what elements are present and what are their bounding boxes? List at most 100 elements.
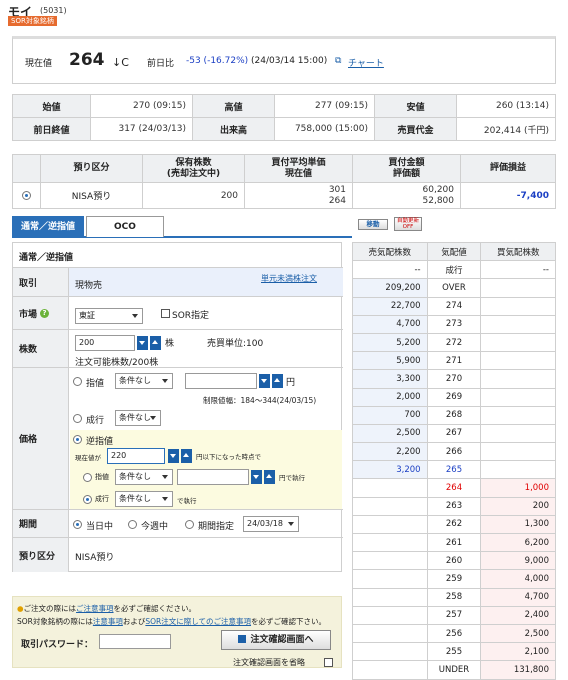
current-price: 264 [69, 50, 105, 70]
book-price: OVER [426, 278, 482, 298]
book-price: 273 [426, 314, 482, 334]
book-row: 258 4,700 [352, 587, 556, 607]
help-icon: ? [40, 308, 50, 318]
holdings-header-avg: 買付平均単価 現在値 [244, 154, 353, 183]
shares-input[interactable]: 200 [75, 335, 135, 351]
book-buy [480, 387, 556, 407]
sor-badge: SOR対象銘柄 [8, 16, 57, 26]
market-label: 市場? [13, 297, 69, 329]
stop-radio[interactable] [73, 435, 82, 444]
caution-link[interactable]: ご注意事項 [76, 604, 114, 613]
open-label: 始値 [12, 94, 91, 118]
book-row: 700 268 [352, 405, 556, 425]
period-today-radio[interactable] [73, 520, 82, 529]
book-price: 257 [426, 605, 482, 625]
book-buy: 1,300 [480, 514, 556, 535]
holding-shares: 200 [142, 182, 245, 209]
book-buy [480, 405, 556, 425]
limit-down-button[interactable] [259, 374, 270, 388]
order-tabs: 通常／逆指値 OCO [12, 216, 352, 238]
row-shares: 株数 200 株 売買単位:100 注文可能株数/200株 [13, 329, 343, 368]
stop-up-button[interactable] [181, 449, 192, 463]
book-row: 261 6,200 [352, 532, 556, 553]
holdings-header-amount: 買付金額 評価額 [352, 154, 461, 183]
market-order-radio[interactable] [73, 414, 82, 423]
book-price: 256 [426, 623, 482, 644]
prev-close-label: 前日終値 [12, 117, 91, 141]
tab-normal-stop[interactable]: 通常／逆指値 [12, 216, 84, 238]
limit-up-button[interactable] [272, 374, 283, 388]
holding-prices: 301 264 [244, 182, 353, 209]
market-cond-select[interactable]: 条件なし [115, 410, 161, 426]
prev-close-value: 317 (24/03/13) [90, 117, 193, 141]
holdings-table: 預り区分 保有株数 (売却注文中) 買付平均単価 現在値 買付金額 評価額 評価… [12, 154, 556, 209]
odd-lot-link[interactable]: 単元未満株注文 [261, 273, 317, 284]
book-price: 269 [426, 387, 482, 407]
stop-limit-up-button[interactable] [264, 470, 275, 484]
book-buy [480, 442, 556, 462]
account-value: NISA預り [75, 553, 115, 563]
limit-range: 制限値幅：184～344(24/03/15) [203, 396, 317, 405]
book-sell [352, 660, 428, 680]
book-row: 2,500 267 [352, 423, 556, 444]
shares-down-button[interactable] [137, 336, 148, 350]
stop-down-button[interactable] [168, 449, 179, 463]
stop-limit-price-input[interactable] [177, 469, 249, 485]
sor-checkbox[interactable] [161, 309, 170, 318]
confirm-button[interactable]: 注文確認画面へ [221, 630, 331, 650]
stop-market-radio[interactable] [83, 495, 92, 504]
stop-limit-exec: 円で執行 [279, 474, 305, 482]
stop-limit-cond-select[interactable]: 条件なし [115, 469, 173, 485]
book-sell: 5,200 [352, 332, 428, 353]
chart-icon: ⧉ [335, 56, 342, 66]
stop-limit-down-button[interactable] [251, 470, 262, 484]
limit-cond-select[interactable]: 条件なし [115, 373, 173, 389]
price-mark: ↓C [112, 56, 129, 69]
book-price: 261 [426, 532, 482, 553]
book-price: 成行 [426, 260, 482, 280]
book-row: 260 9,000 [352, 551, 556, 571]
book-price: 271 [426, 351, 482, 371]
book-buy: 131,800 [480, 660, 556, 680]
book-price: 263 [426, 496, 482, 516]
book-sell [352, 569, 428, 589]
period-label: 期間 [13, 510, 69, 537]
period-week-radio[interactable] [128, 520, 137, 529]
stop-limit-radio[interactable] [83, 473, 92, 482]
period-date-select[interactable]: 24/03/18 [243, 516, 299, 532]
period-week-label: 今週中 [141, 522, 169, 532]
stop-market-exec: で執行 [177, 497, 197, 505]
book-buy [480, 351, 556, 371]
book-buy: 9,000 [480, 551, 556, 571]
holding-radio[interactable] [22, 191, 31, 200]
book-row: 264 1,000 [352, 478, 556, 498]
stop-label: 逆指値 [86, 437, 114, 447]
sor-order-caution-link[interactable]: SOR注文に際してのご注意事項 [145, 617, 251, 626]
book-price: 255 [426, 642, 482, 662]
book-price: 270 [426, 369, 482, 389]
turnover-value: 202,414 (千円) [456, 117, 556, 141]
limit-label: 指値 [86, 379, 105, 389]
stop-market-cond-select[interactable]: 条件なし [115, 491, 173, 507]
stop-price-input[interactable]: 220 [107, 448, 165, 464]
tab-oco[interactable]: OCO [86, 216, 164, 237]
book-row: 255 2,100 [352, 642, 556, 662]
row-market: 市場? 東証 SOR指定 [13, 296, 343, 329]
market-select[interactable]: 東証 [75, 308, 143, 324]
limit-price-input[interactable] [185, 373, 257, 389]
shares-up-button[interactable] [150, 336, 161, 350]
holding-radio-cell[interactable] [12, 182, 41, 209]
sor-caution-link[interactable]: 注意事項 [93, 617, 123, 626]
high-label: 高値 [192, 94, 275, 118]
skip-confirm-label: 注文確認画面を省略 [233, 658, 305, 667]
move-button[interactable]: 移動 [358, 219, 388, 230]
limit-radio[interactable] [73, 377, 82, 386]
book-sell: 2,500 [352, 423, 428, 444]
account-label: 預り区分 [13, 538, 69, 572]
chart-link[interactable]: チャート [348, 56, 384, 69]
skip-confirm-checkbox[interactable] [324, 658, 333, 667]
auto-update-button[interactable]: 自動更新 OFF [394, 217, 422, 231]
period-date-radio[interactable] [185, 520, 194, 529]
password-input[interactable] [99, 634, 171, 649]
row-account: 預り区分 NISA預り [13, 537, 343, 572]
